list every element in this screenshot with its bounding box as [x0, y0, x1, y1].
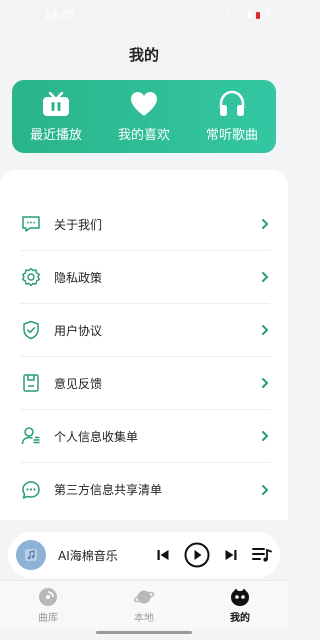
menu-item-user-agreement[interactable]: 用户协议	[20, 304, 270, 357]
menu-label: 个人信息收集单	[54, 429, 139, 444]
mini-player[interactable]: AI海棉音乐	[8, 532, 280, 578]
profile-face-icon	[231, 588, 249, 606]
battery-icon	[256, 11, 261, 19]
chevron-right-icon	[262, 219, 269, 229]
menu-item-third-party-sharing[interactable]: 第三方信息共享清单	[20, 463, 270, 516]
menu-label: 关于我们	[54, 217, 103, 232]
play-button-icon[interactable]	[184, 542, 210, 568]
disc-icon	[39, 588, 57, 606]
page-title: 我的	[128, 46, 159, 64]
wifi-icon: ◠	[235, 10, 244, 20]
chevron-right-icon	[262, 272, 269, 282]
feedback-box-icon	[20, 372, 42, 394]
previous-track-icon[interactable]	[156, 548, 170, 562]
quick-label: 最近播放	[29, 128, 82, 143]
menu-item-privacy-policy[interactable]: 隐私政策	[20, 251, 270, 304]
status-icons: ᛒ ◠ ▮ 5	[226, 10, 270, 20]
planet-icon	[133, 590, 155, 604]
chevron-right-icon	[262, 484, 269, 495]
home-indicator[interactable]	[96, 631, 192, 634]
player-controls	[156, 542, 272, 568]
menu-item-about-us[interactable]: 关于我们	[20, 198, 270, 251]
menu-list: 关于我们 隐私政策 用户协议 意见反馈 个人信息收集单 第三方信息共享清单	[20, 198, 270, 516]
bluetooth-icon: ᛒ	[226, 10, 232, 20]
tab-label: 我的	[230, 613, 250, 624]
menu-label: 意见反馈	[54, 376, 103, 391]
chevron-right-icon	[262, 378, 269, 388]
headphones-icon	[219, 90, 245, 116]
tab-label: 本地	[134, 613, 154, 624]
settings-menu-card: 关于我们 隐私政策 用户协议 意见反馈 个人信息收集单 第三方信息共享清单	[0, 170, 288, 520]
user-list-icon	[20, 425, 42, 447]
chat-dots-icon	[20, 479, 42, 501]
shield-check-icon	[20, 319, 42, 341]
quick-my-likes[interactable]: 我的喜欢	[104, 90, 184, 143]
chevron-right-icon	[262, 325, 269, 335]
bottom-tab-bar: 曲库 本地 我的	[0, 580, 288, 630]
tab-library[interactable]: 曲库	[18, 587, 78, 624]
chat-bubble-icon	[20, 213, 42, 235]
menu-item-feedback[interactable]: 意见反馈	[20, 357, 270, 410]
playlist-icon[interactable]	[252, 547, 272, 563]
player-song-title: AI海棉音乐	[58, 548, 118, 563]
tab-label: 曲库	[38, 613, 58, 624]
gear-icon	[20, 266, 42, 288]
quick-frequent-songs[interactable]: 常听歌曲	[192, 90, 272, 143]
menu-label: 隐私政策	[54, 270, 103, 285]
menu-label: 第三方信息共享清单	[54, 483, 163, 497]
album-cover[interactable]	[16, 540, 46, 570]
signal-icon: ▮	[247, 10, 253, 20]
quick-label: 常听歌曲	[205, 128, 258, 143]
menu-label: 用户协议	[54, 323, 103, 338]
menu-item-personal-info-list[interactable]: 个人信息收集单	[20, 410, 270, 463]
quick-actions-card: 最近播放 我的喜欢 常听歌曲	[12, 80, 276, 153]
next-track-icon[interactable]	[224, 548, 238, 562]
quick-recent-play[interactable]: 最近播放	[16, 90, 96, 143]
tab-local[interactable]: 本地	[114, 587, 174, 624]
tv-icon	[43, 91, 69, 116]
chevron-right-icon	[262, 431, 269, 441]
quick-label: 我的喜欢	[117, 128, 170, 143]
battery-level: 5	[264, 10, 270, 20]
status-time: 14:07	[44, 8, 76, 22]
music-note-icon	[25, 549, 37, 561]
heart-icon	[131, 92, 157, 116]
status-bar: 14:07 ᛒ ◠ ▮ 5	[0, 0, 288, 30]
tab-mine[interactable]: 我的	[210, 587, 270, 624]
